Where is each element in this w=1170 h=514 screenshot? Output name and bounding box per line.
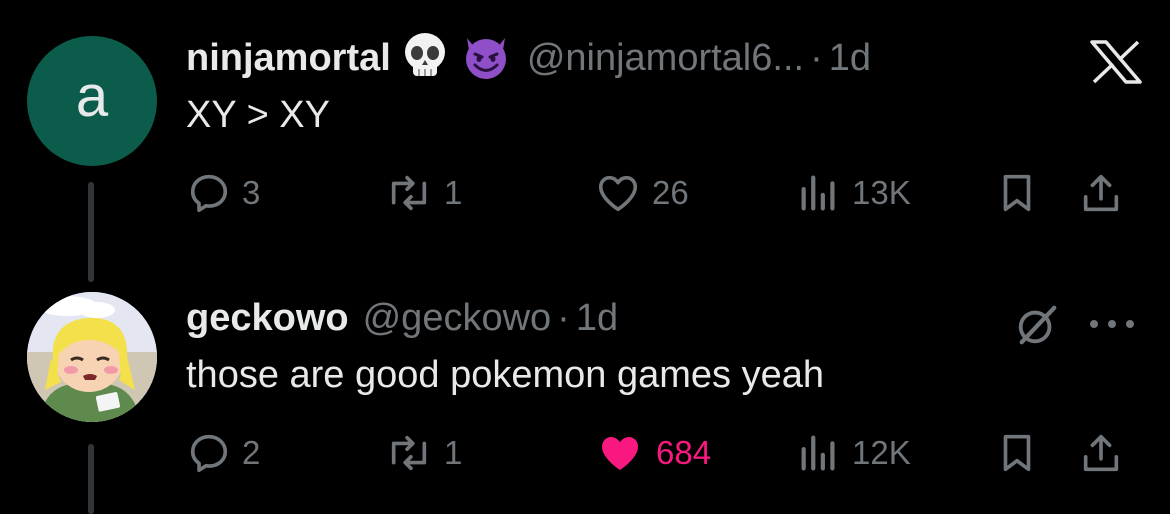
tweet[interactable]: geckowo @geckowo · 1d those are good pok…: [0, 262, 1170, 514]
smiling-imp-emoji-icon: [459, 30, 513, 87]
tweet-header: ninjamortal @ninjamortal6... · 1d: [186, 30, 871, 86]
x-logo-icon[interactable]: [1088, 40, 1144, 89]
skull-emoji-icon: [399, 30, 451, 87]
grok-icon[interactable]: [1014, 302, 1060, 353]
share-button[interactable]: [1078, 168, 1124, 218]
repost-button[interactable]: 1: [384, 428, 462, 478]
tweet-text: XY > XY: [186, 94, 331, 136]
like-button[interactable]: 684: [594, 428, 711, 478]
tweet[interactable]: a ninjamortal @ninjamortal6... · 1d XY >…: [0, 0, 1170, 282]
separator-dot: ·: [810, 36, 823, 79]
heart-icon: [598, 175, 638, 212]
repost-button[interactable]: 1: [384, 168, 462, 218]
handle[interactable]: @geckowo: [363, 297, 552, 340]
reply-button[interactable]: 2: [186, 428, 260, 478]
views-count: 12K: [852, 434, 911, 471]
repost-icon: [391, 435, 427, 471]
thread-line: [88, 444, 94, 514]
reply-button[interactable]: 3: [186, 168, 260, 218]
like-button[interactable]: 26: [594, 168, 689, 218]
bookmark-button[interactable]: [994, 428, 1040, 478]
action-bar: 3 1 26 13K: [186, 168, 1146, 218]
bookmark-button[interactable]: [994, 168, 1040, 218]
timestamp[interactable]: 1d: [829, 37, 871, 80]
reply-icon: [190, 434, 228, 473]
views-icon: [801, 175, 835, 211]
views-button[interactable]: 13K: [796, 168, 911, 218]
bookmark-icon: [1003, 174, 1031, 212]
anime-character-avatar-icon[interactable]: [27, 292, 157, 422]
reply-count: 3: [242, 174, 261, 211]
views-icon: [801, 435, 835, 471]
repost-icon: [391, 175, 427, 211]
share-icon: [1083, 434, 1119, 472]
share-button[interactable]: [1078, 428, 1124, 478]
avatar-letter: a: [75, 64, 109, 129]
views-button[interactable]: 12K: [796, 428, 911, 478]
display-name[interactable]: ninjamortal: [186, 37, 391, 80]
handle[interactable]: @ninjamortal6...: [527, 37, 804, 80]
timestamp[interactable]: 1d: [576, 297, 618, 340]
like-count: 684: [656, 434, 712, 471]
views-count: 13K: [852, 174, 911, 211]
tweet-text: those are good pokemon games yeah: [186, 354, 824, 396]
reply-icon: [190, 174, 228, 213]
share-icon: [1083, 174, 1119, 212]
repost-count: 1: [444, 434, 463, 471]
tweet-header: geckowo @geckowo · 1d: [186, 292, 618, 344]
repost-count: 1: [444, 174, 463, 211]
bookmark-icon: [1003, 434, 1031, 472]
avatar[interactable]: a: [27, 36, 157, 166]
heart-filled-icon: [602, 437, 638, 470]
action-bar: 2 1 684 12K: [186, 428, 1146, 478]
display-name[interactable]: geckowo: [186, 297, 349, 340]
separator-dot: ·: [557, 296, 570, 339]
reply-count: 2: [242, 434, 261, 471]
like-count: 26: [652, 174, 689, 211]
more-options-icon[interactable]: [1086, 316, 1138, 337]
